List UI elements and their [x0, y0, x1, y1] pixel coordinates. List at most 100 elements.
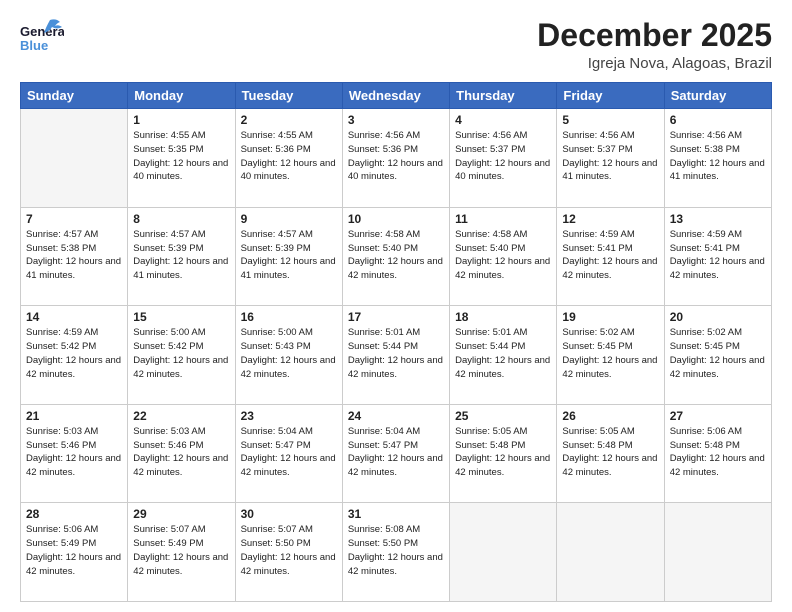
cell-info: Sunrise: 4:58 AMSunset: 5:40 PMDaylight:… [348, 229, 443, 281]
day-number: 15 [133, 310, 229, 324]
location: Igreja Nova, Alagoas, Brazil [537, 55, 772, 72]
day-number: 28 [26, 507, 122, 521]
week-row-1: 1 Sunrise: 4:55 AMSunset: 5:35 PMDayligh… [21, 109, 772, 208]
cell-info: Sunrise: 5:05 AMSunset: 5:48 PMDaylight:… [455, 426, 550, 478]
logo: General Blue [20, 18, 64, 54]
calendar-cell: 24 Sunrise: 5:04 AMSunset: 5:47 PMDaylig… [342, 404, 449, 503]
calendar-cell: 12 Sunrise: 4:59 AMSunset: 5:41 PMDaylig… [557, 207, 664, 306]
calendar-cell: 10 Sunrise: 4:58 AMSunset: 5:40 PMDaylig… [342, 207, 449, 306]
calendar-cell [450, 503, 557, 602]
cell-info: Sunrise: 5:01 AMSunset: 5:44 PMDaylight:… [348, 327, 443, 379]
day-number: 2 [241, 113, 337, 127]
cell-info: Sunrise: 4:57 AMSunset: 5:38 PMDaylight:… [26, 229, 121, 281]
day-number: 7 [26, 212, 122, 226]
cell-info: Sunrise: 5:03 AMSunset: 5:46 PMDaylight:… [26, 426, 121, 478]
day-number: 24 [348, 409, 444, 423]
cell-info: Sunrise: 5:03 AMSunset: 5:46 PMDaylight:… [133, 426, 228, 478]
day-number: 3 [348, 113, 444, 127]
cell-info: Sunrise: 4:59 AMSunset: 5:41 PMDaylight:… [562, 229, 657, 281]
calendar-cell: 4 Sunrise: 4:56 AMSunset: 5:37 PMDayligh… [450, 109, 557, 208]
calendar-cell: 8 Sunrise: 4:57 AMSunset: 5:39 PMDayligh… [128, 207, 235, 306]
calendar-cell: 9 Sunrise: 4:57 AMSunset: 5:39 PMDayligh… [235, 207, 342, 306]
calendar-cell: 11 Sunrise: 4:58 AMSunset: 5:40 PMDaylig… [450, 207, 557, 306]
day-number: 22 [133, 409, 229, 423]
day-number: 9 [241, 212, 337, 226]
day-header-sunday: Sunday [21, 83, 128, 109]
calendar-cell: 26 Sunrise: 5:05 AMSunset: 5:48 PMDaylig… [557, 404, 664, 503]
day-number: 25 [455, 409, 551, 423]
day-number: 20 [670, 310, 766, 324]
svg-text:Blue: Blue [20, 38, 48, 53]
cell-info: Sunrise: 5:04 AMSunset: 5:47 PMDaylight:… [241, 426, 336, 478]
calendar-cell: 6 Sunrise: 4:56 AMSunset: 5:38 PMDayligh… [664, 109, 771, 208]
calendar-cell: 15 Sunrise: 5:00 AMSunset: 5:42 PMDaylig… [128, 306, 235, 405]
calendar-cell: 30 Sunrise: 5:07 AMSunset: 5:50 PMDaylig… [235, 503, 342, 602]
day-number: 26 [562, 409, 658, 423]
logo-icon: General Blue [20, 18, 64, 54]
page: General Blue December 2025 Igreja Nova, … [0, 0, 792, 612]
day-number: 21 [26, 409, 122, 423]
day-number: 27 [670, 409, 766, 423]
calendar-cell: 27 Sunrise: 5:06 AMSunset: 5:48 PMDaylig… [664, 404, 771, 503]
cell-info: Sunrise: 5:00 AMSunset: 5:42 PMDaylight:… [133, 327, 228, 379]
month-title: December 2025 [537, 18, 772, 53]
cell-info: Sunrise: 5:01 AMSunset: 5:44 PMDaylight:… [455, 327, 550, 379]
cell-info: Sunrise: 5:02 AMSunset: 5:45 PMDaylight:… [562, 327, 657, 379]
cell-info: Sunrise: 5:07 AMSunset: 5:49 PMDaylight:… [133, 524, 228, 576]
calendar-cell [557, 503, 664, 602]
cell-info: Sunrise: 4:58 AMSunset: 5:40 PMDaylight:… [455, 229, 550, 281]
day-number: 30 [241, 507, 337, 521]
day-header-monday: Monday [128, 83, 235, 109]
calendar-cell: 3 Sunrise: 4:56 AMSunset: 5:36 PMDayligh… [342, 109, 449, 208]
day-number: 10 [348, 212, 444, 226]
day-number: 6 [670, 113, 766, 127]
week-row-5: 28 Sunrise: 5:06 AMSunset: 5:49 PMDaylig… [21, 503, 772, 602]
cell-info: Sunrise: 5:06 AMSunset: 5:48 PMDaylight:… [670, 426, 765, 478]
day-number: 31 [348, 507, 444, 521]
cell-info: Sunrise: 5:04 AMSunset: 5:47 PMDaylight:… [348, 426, 443, 478]
calendar-cell [21, 109, 128, 208]
calendar-cell: 20 Sunrise: 5:02 AMSunset: 5:45 PMDaylig… [664, 306, 771, 405]
header: General Blue December 2025 Igreja Nova, … [20, 18, 772, 72]
day-number: 17 [348, 310, 444, 324]
cell-info: Sunrise: 5:00 AMSunset: 5:43 PMDaylight:… [241, 327, 336, 379]
calendar-cell: 13 Sunrise: 4:59 AMSunset: 5:41 PMDaylig… [664, 207, 771, 306]
days-header-row: SundayMondayTuesdayWednesdayThursdayFrid… [21, 83, 772, 109]
calendar-cell: 19 Sunrise: 5:02 AMSunset: 5:45 PMDaylig… [557, 306, 664, 405]
calendar-cell: 17 Sunrise: 5:01 AMSunset: 5:44 PMDaylig… [342, 306, 449, 405]
calendar-cell: 21 Sunrise: 5:03 AMSunset: 5:46 PMDaylig… [21, 404, 128, 503]
day-header-friday: Friday [557, 83, 664, 109]
cell-info: Sunrise: 5:05 AMSunset: 5:48 PMDaylight:… [562, 426, 657, 478]
cell-info: Sunrise: 5:08 AMSunset: 5:50 PMDaylight:… [348, 524, 443, 576]
calendar-cell: 5 Sunrise: 4:56 AMSunset: 5:37 PMDayligh… [557, 109, 664, 208]
calendar-cell [664, 503, 771, 602]
cell-info: Sunrise: 4:59 AMSunset: 5:42 PMDaylight:… [26, 327, 121, 379]
calendar-cell: 7 Sunrise: 4:57 AMSunset: 5:38 PMDayligh… [21, 207, 128, 306]
day-header-saturday: Saturday [664, 83, 771, 109]
calendar-table: SundayMondayTuesdayWednesdayThursdayFrid… [20, 82, 772, 602]
calendar-cell: 16 Sunrise: 5:00 AMSunset: 5:43 PMDaylig… [235, 306, 342, 405]
day-number: 5 [562, 113, 658, 127]
calendar-cell: 1 Sunrise: 4:55 AMSunset: 5:35 PMDayligh… [128, 109, 235, 208]
day-number: 12 [562, 212, 658, 226]
day-header-wednesday: Wednesday [342, 83, 449, 109]
calendar-cell: 29 Sunrise: 5:07 AMSunset: 5:49 PMDaylig… [128, 503, 235, 602]
day-number: 19 [562, 310, 658, 324]
day-number: 1 [133, 113, 229, 127]
title-block: December 2025 Igreja Nova, Alagoas, Braz… [537, 18, 772, 72]
cell-info: Sunrise: 5:07 AMSunset: 5:50 PMDaylight:… [241, 524, 336, 576]
cell-info: Sunrise: 4:56 AMSunset: 5:37 PMDaylight:… [455, 130, 550, 182]
day-number: 11 [455, 212, 551, 226]
week-row-2: 7 Sunrise: 4:57 AMSunset: 5:38 PMDayligh… [21, 207, 772, 306]
day-number: 8 [133, 212, 229, 226]
cell-info: Sunrise: 4:59 AMSunset: 5:41 PMDaylight:… [670, 229, 765, 281]
day-number: 16 [241, 310, 337, 324]
calendar-cell: 28 Sunrise: 5:06 AMSunset: 5:49 PMDaylig… [21, 503, 128, 602]
cell-info: Sunrise: 4:55 AMSunset: 5:35 PMDaylight:… [133, 130, 228, 182]
cell-info: Sunrise: 4:57 AMSunset: 5:39 PMDaylight:… [241, 229, 336, 281]
day-header-thursday: Thursday [450, 83, 557, 109]
day-number: 18 [455, 310, 551, 324]
day-number: 14 [26, 310, 122, 324]
day-number: 4 [455, 113, 551, 127]
cell-info: Sunrise: 5:06 AMSunset: 5:49 PMDaylight:… [26, 524, 121, 576]
